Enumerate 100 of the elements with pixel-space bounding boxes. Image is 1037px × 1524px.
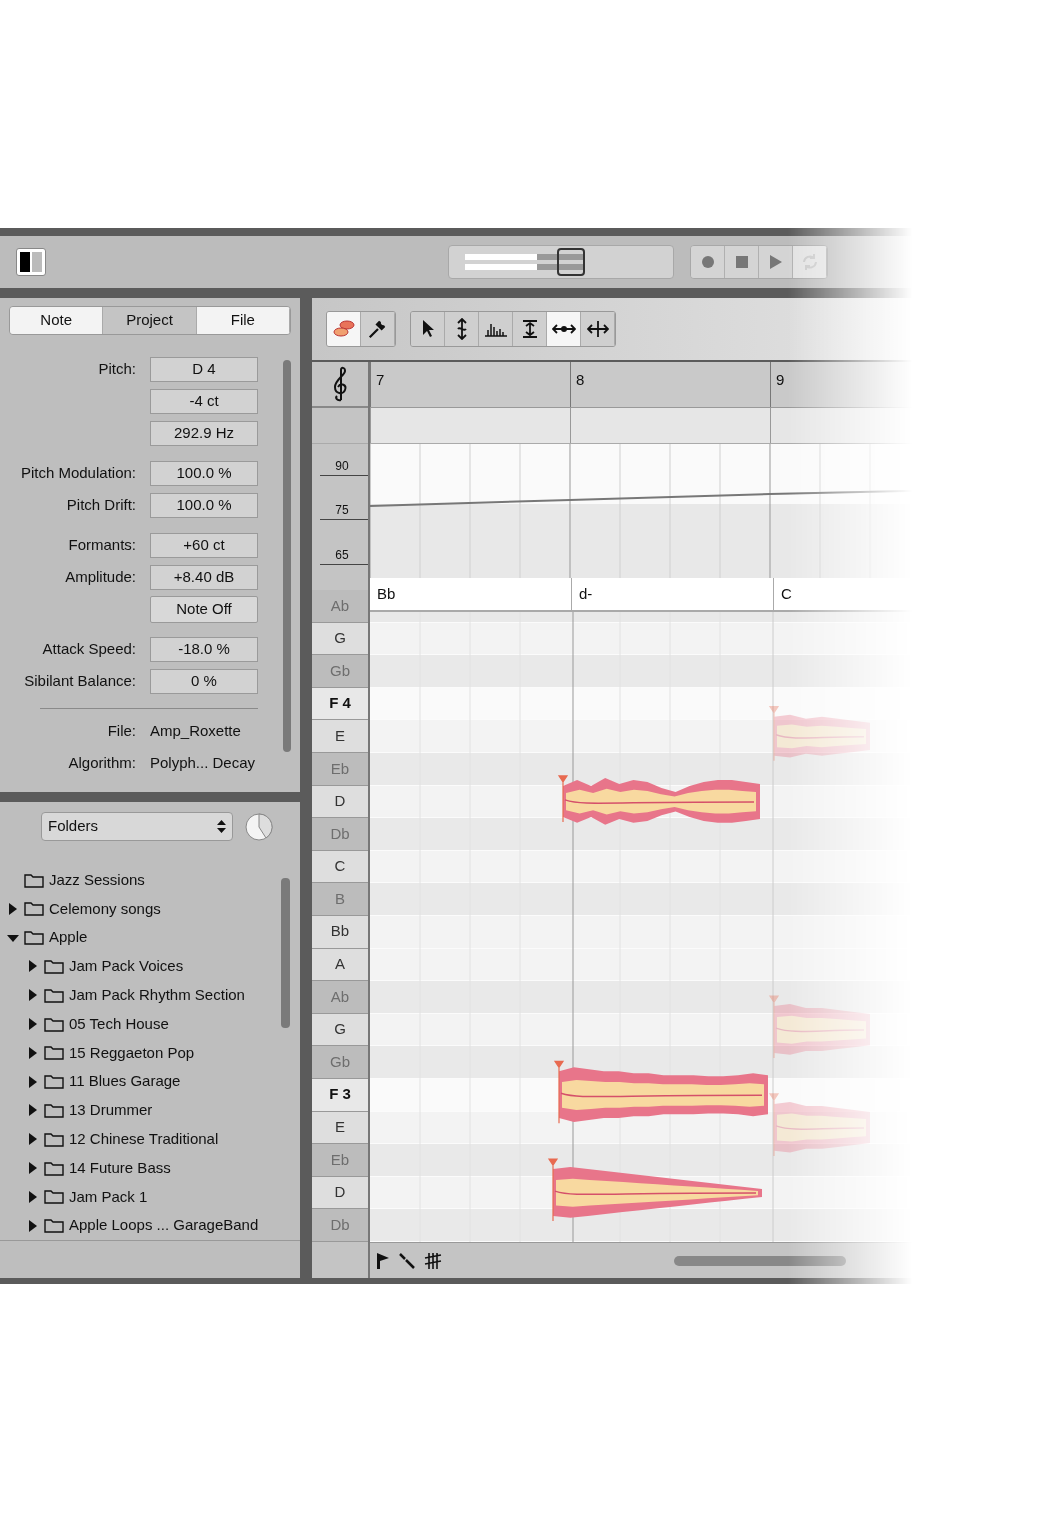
- value-field[interactable]: -4 ct: [150, 389, 258, 414]
- piano-key[interactable]: G: [312, 1013, 368, 1047]
- folder-label[interactable]: Jam Pack 1: [69, 1185, 148, 1209]
- formant-tool-icon: [520, 319, 539, 339]
- folder-icon: [44, 1189, 64, 1205]
- folder-label[interactable]: 15 Reggaeton Pop: [69, 1041, 195, 1065]
- field-label: Formants:: [68, 535, 136, 556]
- value-field[interactable]: 100.0 %: [150, 493, 258, 518]
- piano-key[interactable]: C: [312, 850, 368, 884]
- folder-label[interactable]: 14 Future Bass: [69, 1156, 171, 1180]
- folder-icon: [44, 1131, 64, 1147]
- play-button[interactable]: [759, 246, 793, 278]
- tool-button[interactable]: [411, 312, 445, 346]
- value-field[interactable]: D 4: [150, 357, 258, 382]
- collapsed-triangle-icon[interactable]: [26, 1104, 39, 1117]
- record-icon: [700, 255, 715, 269]
- collapsed-triangle-icon[interactable]: [26, 1046, 39, 1059]
- amplitude-bars-icon: [483, 321, 508, 337]
- pitch-tool-icon: [454, 318, 469, 340]
- piano-key[interactable]: D: [312, 785, 368, 819]
- note-blob[interactable]: [554, 1060, 768, 1124]
- piano-key[interactable]: A: [312, 948, 368, 982]
- piano-key[interactable]: F 4: [312, 687, 368, 721]
- folder-icon: [24, 901, 44, 917]
- folder-label[interactable]: 05 Tech House: [69, 1012, 169, 1036]
- collapsed-triangle-icon[interactable]: [6, 902, 19, 915]
- value-field[interactable]: -18.0 %: [150, 637, 258, 662]
- record-button[interactable]: [691, 246, 725, 278]
- tool-button[interactable]: [547, 312, 581, 346]
- value-field[interactable]: +8.40 dB: [150, 565, 258, 590]
- inspector-tab[interactable]: Note: [10, 307, 104, 334]
- note-off-button[interactable]: Note Off: [150, 596, 258, 623]
- sharps-icon[interactable]: [424, 1251, 442, 1270]
- tool-button[interactable]: [581, 312, 615, 346]
- folder-label[interactable]: Jam Pack Voices: [69, 955, 184, 978]
- scale-label: 90: [320, 456, 368, 476]
- folder-label[interactable]: Jazz Sessions: [49, 868, 145, 892]
- scrollbar[interactable]: [283, 360, 291, 752]
- value-field[interactable]: 100.0 %: [150, 461, 258, 486]
- folder-label[interactable]: Celemony songs: [49, 897, 161, 921]
- collapsed-triangle-icon[interactable]: [26, 1219, 39, 1232]
- folder-icon: [44, 1102, 64, 1118]
- inspector-tab[interactable]: Project: [103, 307, 197, 334]
- folder-icon: [24, 930, 44, 946]
- collapsed-triangle-icon[interactable]: [26, 1133, 39, 1146]
- collapsed-triangle-icon[interactable]: [26, 960, 39, 973]
- field-label: Sibilant Balance:: [24, 671, 136, 692]
- source-dropdown[interactable]: Folders: [41, 812, 233, 842]
- tool-button[interactable]: [361, 312, 395, 346]
- scale-label: 65: [320, 546, 368, 566]
- field-label: Pitch Modulation:: [20, 463, 136, 484]
- info-value: Amp_Roxette: [150, 720, 241, 741]
- scrollbar[interactable]: [281, 877, 290, 1028]
- collapsed-triangle-icon[interactable]: [26, 1018, 39, 1030]
- piano-key[interactable]: Bb: [312, 915, 368, 949]
- folder-icon: [44, 987, 64, 1003]
- collapsed-triangle-icon[interactable]: [26, 1075, 39, 1088]
- level-meter[interactable]: [448, 245, 674, 279]
- scale-label: 75: [320, 501, 368, 521]
- note-blobs-icon: [331, 319, 356, 339]
- folder-label[interactable]: Apple Loops ... GarageBand: [69, 1214, 259, 1237]
- piano-key[interactable]: E: [312, 720, 368, 753]
- horizontal-scrollbar[interactable]: [674, 1255, 846, 1266]
- chord-label[interactable]: Bb: [377, 582, 396, 606]
- piano-key[interactable]: D: [312, 1176, 368, 1210]
- folder-label[interactable]: Apple: [49, 926, 88, 949]
- field-label: Pitch:: [98, 359, 136, 380]
- collapsed-triangle-icon[interactable]: [26, 1190, 39, 1203]
- folder-label[interactable]: 12 Chinese Traditional: [69, 1127, 219, 1151]
- value-field[interactable]: +60 ct: [150, 533, 258, 558]
- up-down-arrows-icon: [217, 820, 226, 834]
- note-blob[interactable]: [548, 1158, 762, 1222]
- collapsed-triangle-icon[interactable]: [26, 989, 39, 1002]
- info-label: File:: [107, 720, 136, 741]
- move-tool-icon: [586, 319, 609, 339]
- treble-clef-icon[interactable]: [331, 366, 349, 402]
- stop-button[interactable]: [725, 246, 759, 278]
- value-field[interactable]: 292.9 Hz: [150, 421, 258, 446]
- play-icon: [768, 254, 783, 270]
- field-label: Attack Speed:: [42, 639, 136, 660]
- collapsed-triangle-icon[interactable]: [26, 1162, 39, 1174]
- value-field[interactable]: 0 %: [150, 669, 258, 694]
- folder-icon: [44, 1016, 64, 1032]
- folder-icon: [44, 958, 64, 974]
- piano-key[interactable]: E: [312, 1111, 368, 1145]
- pie-icon[interactable]: [244, 811, 274, 842]
- inspector-tab[interactable]: File: [196, 307, 290, 334]
- folder-label[interactable]: 13 Drummer: [69, 1099, 153, 1122]
- time-stretch-icon: [551, 323, 576, 335]
- stop-icon: [735, 256, 748, 268]
- note-blob[interactable]: [558, 775, 760, 825]
- piano-key[interactable]: G: [312, 622, 368, 656]
- chord-label[interactable]: d-: [579, 582, 593, 606]
- panel-toggle-button[interactable]: [16, 248, 46, 276]
- chord-label[interactable]: C: [781, 582, 792, 606]
- bar-number: 8: [576, 371, 585, 388]
- folder-label[interactable]: Jam Pack Rhythm Section: [69, 983, 245, 1007]
- piano-key[interactable]: F 3: [312, 1078, 368, 1112]
- flag-icon[interactable]: [376, 1251, 390, 1270]
- folder-label[interactable]: 11 Blues Garage: [69, 1070, 181, 1093]
